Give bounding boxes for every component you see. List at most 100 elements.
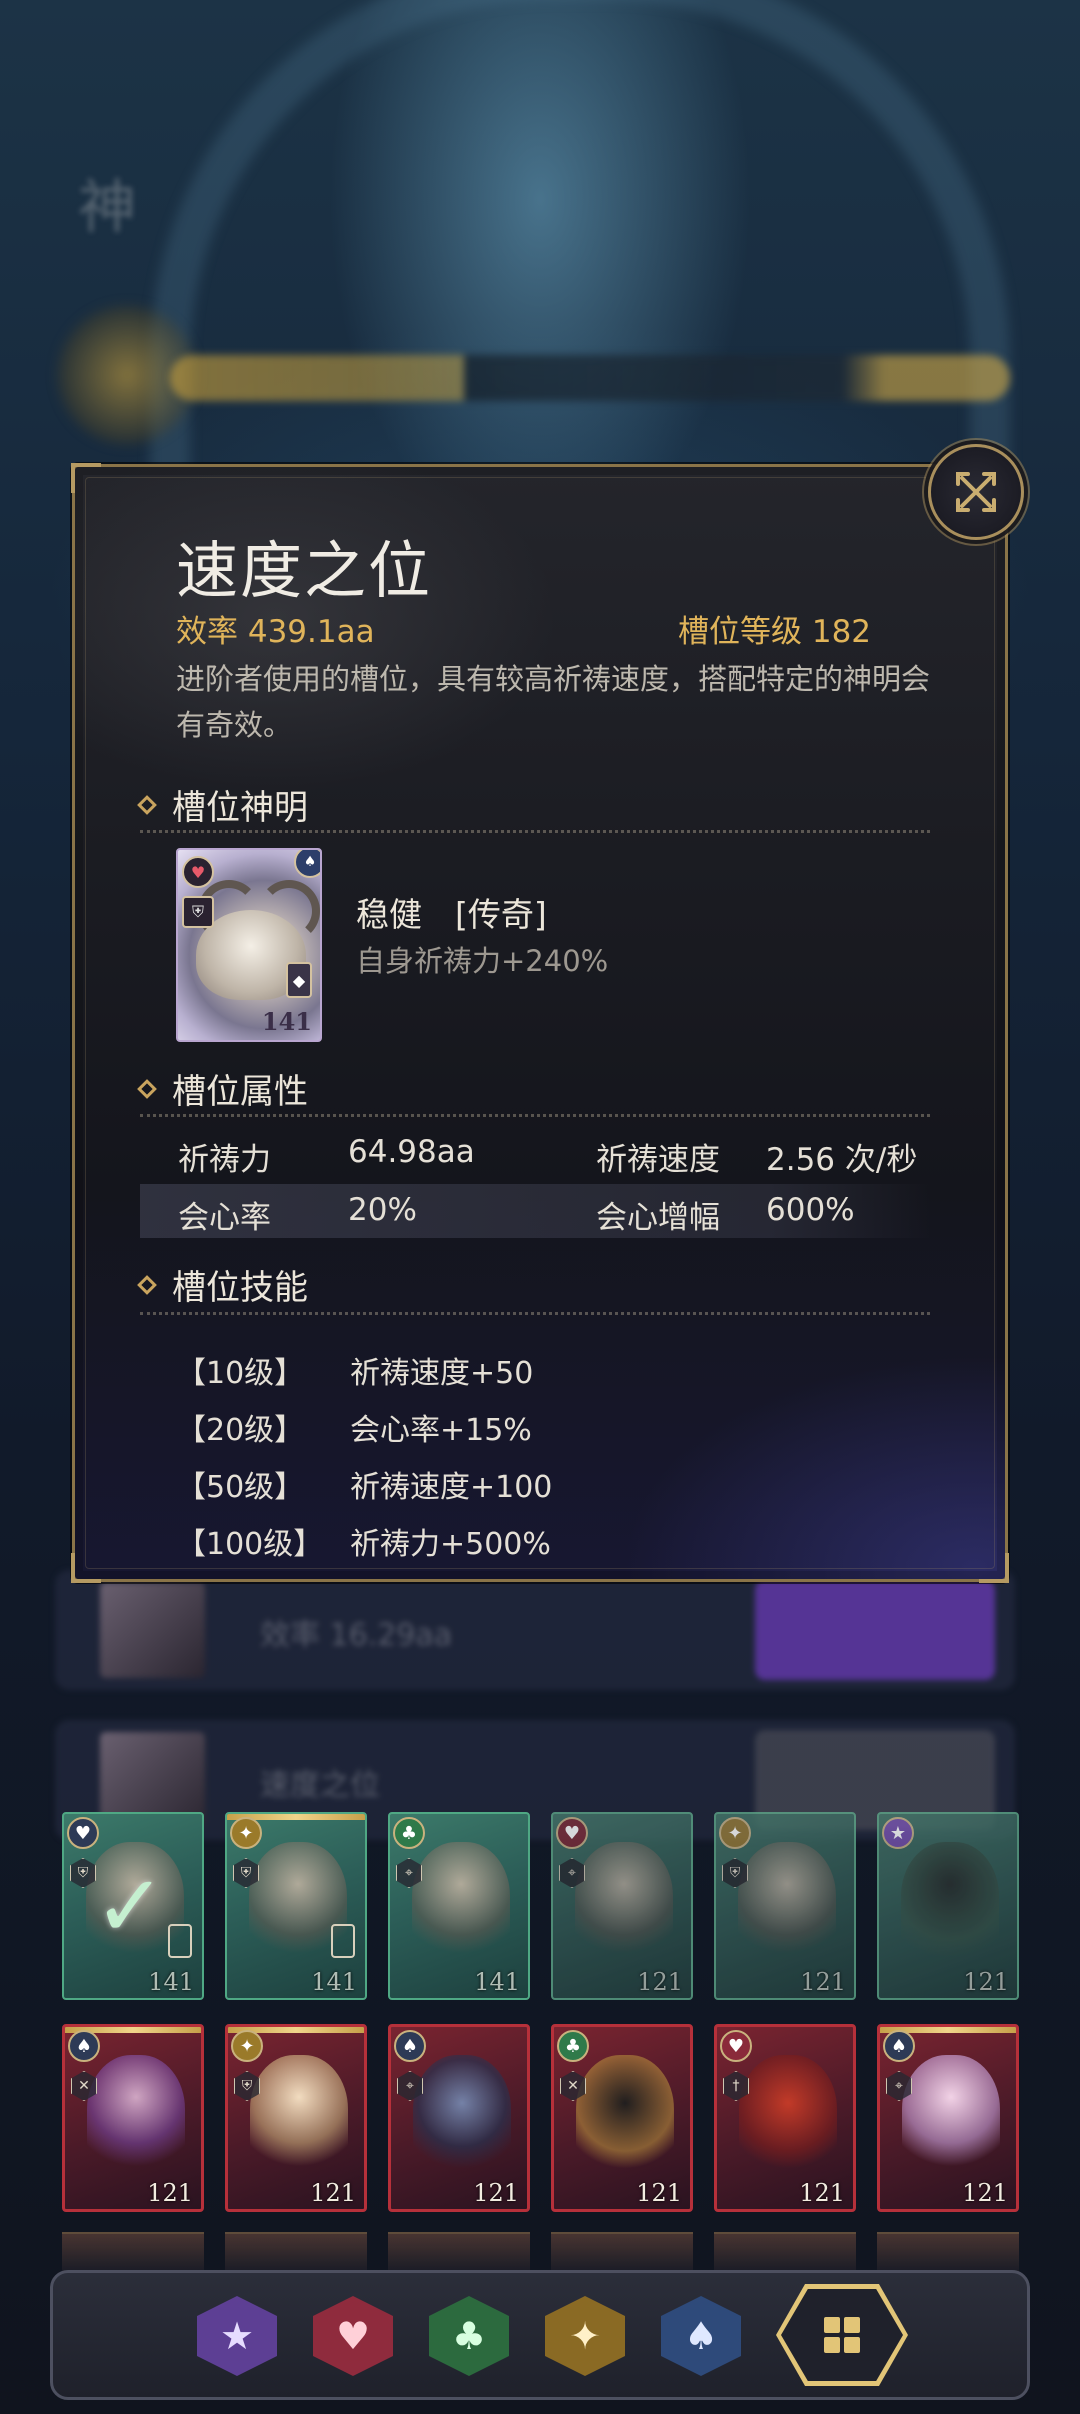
card-peek xyxy=(714,2232,856,2274)
background-slot-text: 速度之位 xyxy=(260,1768,380,1803)
divider xyxy=(140,1312,930,1315)
god-portrait xyxy=(250,2055,348,2175)
god-card[interactable]: ♠ ⌖ 121 xyxy=(877,2024,1019,2212)
card-level: 141 xyxy=(148,1968,194,1996)
card-level: 121 xyxy=(636,2179,682,2207)
card-level: 121 xyxy=(962,2179,1008,2207)
background-arch xyxy=(150,0,1010,520)
close-icon xyxy=(956,472,996,512)
divider xyxy=(140,1114,930,1117)
section-heading-label: 槽位神明 xyxy=(172,788,308,828)
card-level: 121 xyxy=(147,2179,193,2207)
god-card[interactable]: ♣ ⌖ 141 xyxy=(388,1812,530,2000)
section-heading-skills: 槽位技能 xyxy=(137,1260,308,1309)
section-heading-label: 槽位属性 xyxy=(172,1072,308,1112)
star-suit-icon: ★ xyxy=(882,1817,914,1849)
card-level: 121 xyxy=(473,2179,519,2207)
god-portrait xyxy=(412,1842,510,1962)
god-portrait xyxy=(87,2055,185,2175)
card-peek xyxy=(551,2232,693,2274)
god-card-selected[interactable]: ♥ ⛨ ✓ 141 xyxy=(62,1812,204,2000)
slot-efficiency: 效率 439.1aa xyxy=(176,614,375,650)
god-card[interactable]: ♥ † 121 xyxy=(714,2024,856,2212)
slot-god-card[interactable]: ♥ ⛨ ♠ ◆ 141 xyxy=(176,848,322,1042)
card-level: 121 xyxy=(800,1968,846,1996)
star-suit-icon: ★ xyxy=(219,2314,255,2358)
god-card[interactable]: ♣ ✕ 121 xyxy=(551,2024,693,2212)
god-portrait xyxy=(901,1842,999,1962)
god-card[interactable]: ✦ ⛨ 121 xyxy=(225,2024,367,2212)
attribute-value: 64.98aa xyxy=(348,1134,475,1170)
god-portrait xyxy=(576,2055,674,2175)
card-peek xyxy=(225,2232,367,2274)
skill-level: 【10级】 xyxy=(176,1356,305,1391)
skill-effect: 会心率+15% xyxy=(350,1413,532,1448)
spade-suit-icon: ♠ xyxy=(883,2030,915,2062)
section-heading-label: 槽位技能 xyxy=(172,1268,308,1308)
attribute-value: 20% xyxy=(348,1192,417,1228)
skill-effect: 祈祷速度+100 xyxy=(350,1470,553,1505)
card-level: 141 xyxy=(311,1968,357,1996)
god-portrait xyxy=(413,2055,511,2175)
card-level: 121 xyxy=(963,1968,1009,1996)
god-portrait xyxy=(738,1842,836,1962)
spade-suit-icon: ♠ xyxy=(68,2030,100,2062)
god-card[interactable]: ✦ ⛨ 141 xyxy=(225,1812,367,2000)
attribute-row: 会心率 20% 会心增幅 600% xyxy=(140,1184,930,1238)
attribute-label: 会心增幅 xyxy=(596,1200,720,1236)
card-peek xyxy=(877,2232,1019,2274)
rank-icon xyxy=(331,1924,355,1958)
diamond-icon xyxy=(137,794,157,815)
god-name: 稳健 [传奇] xyxy=(356,895,547,934)
rank-icon: ◆ xyxy=(286,962,312,998)
background-slot-row: 效率 16.29aa xyxy=(55,1570,1015,1690)
heart-suit-icon: ♥ xyxy=(720,2030,752,2062)
background-slot-text: 效率 16.29aa xyxy=(260,1618,453,1653)
diamond-icon xyxy=(137,1274,157,1295)
god-portrait xyxy=(575,1842,673,1962)
god-card-level: 141 xyxy=(261,1007,312,1036)
heart-suit-icon: ♥ xyxy=(182,856,214,888)
slot-title: 速度之位 xyxy=(176,534,433,607)
heart-suit-icon: ♥ xyxy=(335,2314,371,2358)
skill-level: 【20级】 xyxy=(176,1413,305,1448)
heart-suit-icon: ♥ xyxy=(67,1817,99,1849)
spade-suit-icon: ♠ xyxy=(683,2314,719,2358)
attribute-row: 祈祷力 64.98aa 祈祷速度 2.56 次/秒 xyxy=(140,1126,930,1180)
background-slot-avatar xyxy=(100,1582,205,1678)
god-portrait xyxy=(739,2055,837,2175)
section-heading-god: 槽位神明 xyxy=(137,780,308,829)
club-suit-icon: ♣ xyxy=(393,1817,425,1849)
card-level: 121 xyxy=(637,1968,683,1996)
god-card[interactable]: ♠ ⌖ 121 xyxy=(388,2024,530,2212)
diamond-suit-icon: ✦ xyxy=(230,1817,262,1849)
god-card[interactable]: ✦ ⛨ 121 xyxy=(714,1812,856,2000)
attribute-label: 祈祷速度 xyxy=(596,1142,720,1178)
skill-level: 【50级】 xyxy=(176,1470,305,1505)
divider xyxy=(140,830,930,833)
spade-suit-icon: ♠ xyxy=(394,2030,426,2062)
diamond-suit-icon: ✦ xyxy=(569,2314,601,2358)
slot-level: 槽位等级 182 xyxy=(678,614,872,650)
card-level: 121 xyxy=(310,2179,356,2207)
rank-icon xyxy=(168,1924,192,1958)
heart-suit-icon: ♥ xyxy=(556,1817,588,1849)
god-card[interactable]: ♠ ✕ 121 xyxy=(62,2024,204,2212)
god-card[interactable]: ★ 121 xyxy=(877,1812,1019,2000)
background-progress-bar xyxy=(170,355,1010,401)
god-portrait xyxy=(902,2055,1000,2175)
shield-icon: ⛨ xyxy=(182,896,214,928)
close-button[interactable] xyxy=(928,444,1024,540)
god-card[interactable]: ♥ ⌖ 121 xyxy=(551,1812,693,2000)
background-title: 神 xyxy=(78,173,137,241)
club-suit-icon: ♣ xyxy=(557,2030,589,2062)
god-effect: 自身祈祷力+240% xyxy=(356,944,609,978)
diamond-suit-icon: ✦ xyxy=(719,1817,751,1849)
card-peek xyxy=(388,2232,530,2274)
diamond-icon xyxy=(137,1078,157,1099)
skill-effect: 祈祷力+500% xyxy=(350,1527,551,1562)
background-upgrade-button xyxy=(755,1580,995,1680)
club-suit-icon: ♣ xyxy=(451,2314,487,2358)
skill-effect: 祈祷速度+50 xyxy=(350,1356,534,1391)
section-heading-attributes: 槽位属性 xyxy=(137,1064,308,1113)
